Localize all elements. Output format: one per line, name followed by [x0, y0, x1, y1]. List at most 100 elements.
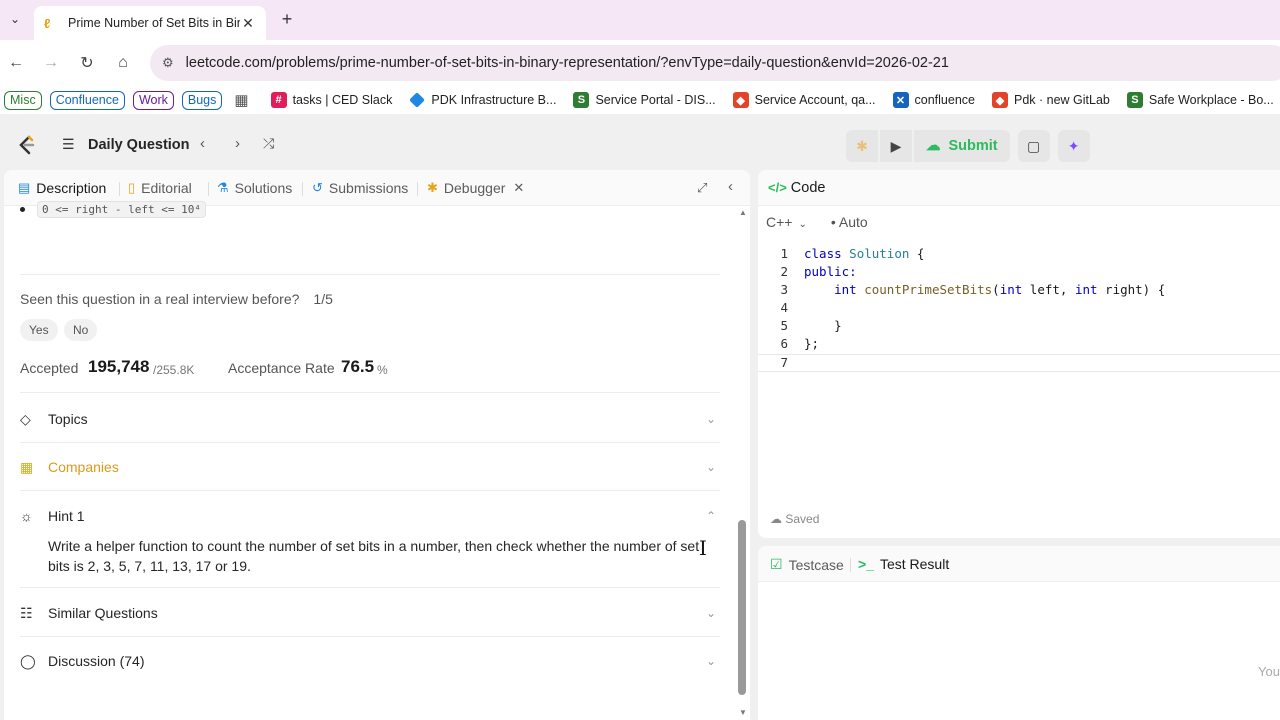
divider [20, 392, 720, 393]
run-icon[interactable]: ▶ [880, 130, 912, 162]
tab-search-icon[interactable]: ⌄ [4, 8, 26, 30]
tab-solutions[interactable]: ⚗ Solutions [217, 180, 292, 196]
reload-icon[interactable]: ↻ [76, 52, 98, 74]
maximize-icon[interactable]: ⤢ [697, 180, 707, 196]
hint-row[interactable]: ☼ Hint 1 ⌃ [20, 501, 720, 531]
chevron-down-icon: ⌄ [798, 219, 807, 230]
chat-bubble-icon: ◯ [20, 652, 36, 669]
discussion-row[interactable]: ◯ Discussion (74) ⌄ [20, 646, 720, 676]
browser-tab[interactable]: ℓ Prime Number of Set Bits in Binary Rep… [34, 6, 266, 40]
code-header: </> Code [758, 170, 1280, 206]
bookmark-folder-work[interactable]: Work [132, 90, 174, 110]
bookmark-safe-workplace[interactable]: S Safe Workplace - Bo... [1126, 92, 1274, 108]
topics-row[interactable]: ◇ Topics ⌄ [20, 404, 720, 434]
browser-toolbar: ← → ↻ ⌂ ⚙ leetcode.com/problems/prime-nu… [0, 40, 1280, 86]
description-panel: ▤ Description ▯ Editorial ⚗ Solutions ↺ Subm… [4, 170, 750, 720]
book-icon: ▯ [128, 180, 136, 195]
scroll-up-icon[interactable]: ▲ [739, 208, 747, 217]
browser-tabstrip: ⌄ ℓ Prime Number of Set Bits in Binary R… [0, 0, 1280, 40]
tab-divider [850, 558, 851, 572]
submit-button[interactable]: ☁ Submit [914, 130, 1010, 162]
divider [20, 490, 720, 491]
language-select[interactable]: C++ ⌄ [766, 214, 807, 230]
chevron-up-icon: ⌃ [705, 509, 716, 523]
tab-divider [208, 182, 209, 196]
yes-button[interactable]: Yes [20, 319, 58, 341]
document-icon: ▤ [18, 180, 31, 195]
new-tab-icon[interactable]: + [276, 8, 298, 30]
bookmark-pdk-gitlab[interactable]: ◆ Pdk · new GitLab [992, 92, 1110, 108]
tab-debugger[interactable]: ✱ Debugger ✕ [427, 180, 524, 196]
auto-mode[interactable]: • Auto [831, 214, 868, 230]
code-line: 6}; [780, 336, 820, 351]
tab-description[interactable]: ▤ Description [18, 180, 106, 196]
bookmark-confluence[interactable]: ✕ confluence [892, 92, 975, 108]
divider [20, 442, 720, 443]
s-icon: S [1126, 92, 1143, 108]
back-icon[interactable]: ← [5, 52, 27, 74]
result-placeholder: You [1258, 664, 1280, 679]
bookmark-service-account[interactable]: ◆ Service Account, qa... [732, 92, 876, 108]
bookmark-folder-bugs[interactable]: Bugs [181, 90, 223, 110]
code-editor[interactable]: 1 class Solution { 2 public: 3 int countPr… [758, 246, 1280, 372]
bookmark-pdk-infra[interactable]: PDK Infrastructure B... [409, 92, 556, 108]
tab-test-result[interactable]: >_ Test Result [858, 556, 949, 572]
tab-submissions[interactable]: ↺ Submissions [312, 180, 408, 196]
bookmark-service-portal[interactable]: S Service Portal - DIS... [573, 92, 716, 108]
problem-list-icon[interactable]: ☰ [62, 136, 75, 153]
scroll-down-icon[interactable]: ▼ [739, 708, 747, 717]
code-line: 1 class Solution { [780, 246, 925, 261]
constraint-item: 0 <= right - left <= 10⁴ [20, 201, 206, 218]
next-problem-icon[interactable]: › [235, 135, 240, 152]
problem-list-title[interactable]: Daily Question [88, 137, 190, 153]
code-line: 2 public: [780, 264, 857, 279]
saved-status: ☁ Saved [770, 512, 820, 526]
debug-icon[interactable]: ✱ [846, 130, 878, 162]
language-bar: C++ ⌄ • Auto [766, 214, 868, 230]
close-tab-icon[interactable]: ✕ [513, 180, 524, 196]
home-icon[interactable]: ⌂ [112, 52, 134, 74]
code-line: 4 [780, 300, 788, 315]
apps-grid-icon[interactable]: ▦ [234, 91, 248, 109]
notes-icon[interactable]: ▢ [1017, 130, 1050, 162]
tab-close-icon[interactable]: ✕ [240, 15, 256, 32]
no-button[interactable]: No [64, 319, 98, 341]
bullet [20, 207, 25, 212]
ai-sparkle-icon[interactable]: ✦ [1057, 130, 1090, 162]
site-info-icon[interactable]: ⚙ [162, 55, 174, 71]
accepted-value: 195,748 [88, 357, 150, 376]
acceptance-rate-label: Acceptance Rate [228, 360, 335, 376]
bookmark-folder-misc[interactable]: Misc [4, 90, 42, 110]
checkbox-icon: ☑ [770, 556, 783, 572]
similar-questions-row[interactable]: ☷ Similar Questions ⌄ [20, 598, 720, 628]
chevron-down-icon: ⌄ [705, 412, 716, 426]
url-text[interactable]: leetcode.com/problems/prime-number-of-se… [186, 55, 949, 71]
leetcode-favicon-icon: ℓ [44, 16, 51, 31]
code-line-current: 7 [758, 354, 1280, 372]
companies-row[interactable]: ▦ Companies ⌄ [20, 452, 720, 482]
tab-editorial[interactable]: ▯ Editorial [128, 180, 192, 196]
interview-question: Seen this question in a real interview b… [20, 291, 333, 307]
divider [20, 636, 720, 637]
divider [20, 274, 720, 275]
flask-icon: ⚗ [217, 180, 229, 195]
forward-icon[interactable]: → [40, 52, 62, 74]
tab-divider [119, 182, 120, 196]
interview-count: 1/5 [313, 291, 333, 307]
collapse-panel-icon[interactable]: ‹ [728, 178, 733, 195]
leetcode-logo-icon[interactable] [16, 134, 38, 156]
code-panel: </> Code C++ ⌄ • Auto 1 class Solution { 2… [758, 170, 1280, 538]
bookmarks-bar: Misc Confluence Work Bugs ▦ # tasks | CED… [0, 86, 1280, 114]
gitlab-icon: ◆ [732, 92, 749, 108]
building-icon: ▦ [20, 458, 34, 475]
prev-problem-icon[interactable]: ‹ [200, 135, 205, 152]
bookmark-slack[interactable]: # tasks | CED Slack [270, 92, 392, 108]
scrollbar-thumb[interactable] [738, 520, 746, 695]
slack-icon: # [270, 92, 287, 108]
shuffle-icon[interactable]: ⤮ [263, 135, 274, 152]
bookmark-folder-confluence[interactable]: Confluence [49, 90, 125, 110]
address-bar[interactable]: ⚙ leetcode.com/problems/prime-number-of-… [150, 45, 1280, 81]
confluence-icon: ✕ [892, 92, 909, 108]
terminal-icon: >_ [858, 556, 874, 572]
tab-testcase[interactable]: ☑ Testcase [770, 556, 844, 573]
